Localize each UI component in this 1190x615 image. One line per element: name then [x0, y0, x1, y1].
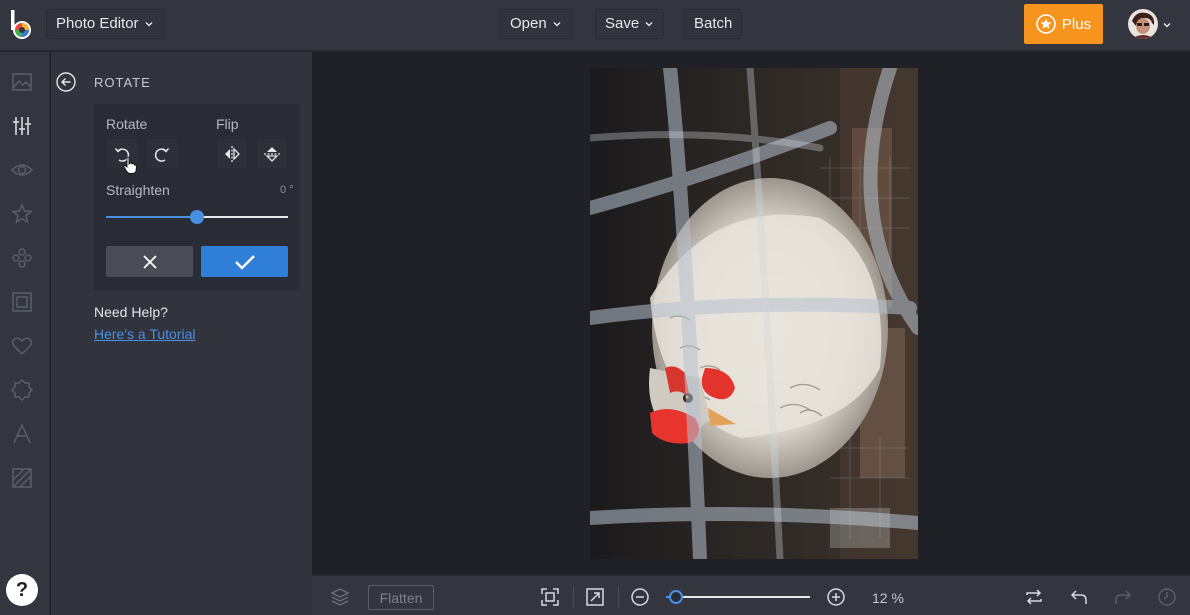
- flatten-button[interactable]: Flatten: [368, 585, 434, 610]
- heart-icon[interactable]: [10, 334, 34, 358]
- compare-button[interactable]: [1024, 587, 1044, 607]
- slider-track-fill: [106, 216, 197, 218]
- minus-circle-icon: [631, 588, 649, 606]
- layers-icon: [330, 588, 350, 606]
- layers-button[interactable]: [330, 587, 350, 607]
- clock-icon: [1158, 588, 1176, 606]
- straighten-value: 0 °: [280, 184, 294, 196]
- save-menu[interactable]: Save: [595, 9, 665, 39]
- overlay-icon[interactable]: [10, 246, 34, 270]
- help-label: ?: [15, 578, 29, 601]
- close-icon: [142, 254, 157, 269]
- chevron-down-icon: [645, 22, 653, 27]
- batch-label: Batch: [694, 15, 733, 32]
- apply-button[interactable]: [201, 246, 288, 277]
- flatten-label: Flatten: [379, 589, 423, 606]
- sliders-icon[interactable]: [10, 114, 34, 138]
- help-button[interactable]: ?: [6, 574, 38, 606]
- eye-icon[interactable]: [10, 158, 34, 182]
- star-badge-icon: [1036, 14, 1056, 34]
- rotate-label: Rotate: [106, 116, 148, 132]
- panel-title: ROTATE: [94, 75, 151, 90]
- flip-horizontal-button[interactable]: [216, 138, 248, 169]
- slider-track: [197, 216, 288, 218]
- texture-icon[interactable]: [10, 378, 34, 402]
- plus-upgrade-button[interactable]: Plus: [1024, 4, 1103, 44]
- zoom-in-button[interactable]: [826, 587, 846, 607]
- editor-canvas[interactable]: [312, 52, 1190, 575]
- zoom-handle[interactable]: [669, 590, 683, 604]
- plus-circle-icon: [827, 588, 845, 606]
- star-icon[interactable]: [10, 202, 34, 226]
- rotate-panel: ROTATE Rotate Flip Straighten 0 ° Need H…: [51, 52, 312, 615]
- frame-icon[interactable]: [10, 290, 34, 314]
- redo-icon: [1115, 590, 1132, 604]
- flip-vertical-icon: [264, 146, 280, 162]
- straighten-label: Straighten: [106, 182, 170, 198]
- top-bar: Photo Editor Open Save Batch Plus: [0, 0, 1190, 51]
- zoom-percentage: 12 %: [872, 590, 904, 606]
- cancel-button[interactable]: [106, 246, 193, 277]
- bottom-toolbar: Flatten 12 %: [312, 575, 1190, 615]
- straighten-slider[interactable]: [106, 210, 288, 224]
- fit-to-screen-button[interactable]: [540, 587, 560, 607]
- befunky-logo[interactable]: [8, 8, 38, 42]
- user-avatar[interactable]: [1128, 9, 1158, 39]
- need-help-text: Need Help?: [94, 304, 168, 320]
- back-button[interactable]: [56, 72, 76, 92]
- photo-editor-label: Photo Editor: [56, 15, 139, 32]
- graphics-icon[interactable]: [10, 466, 34, 490]
- toolbar-divider: [573, 586, 574, 608]
- rotate-right-button[interactable]: [146, 138, 178, 169]
- hand-cursor-icon: [123, 156, 137, 174]
- zoom-track: [676, 596, 810, 598]
- save-label: Save: [605, 15, 640, 32]
- plus-label: Plus: [1061, 15, 1092, 33]
- actual-size-button[interactable]: [585, 587, 605, 607]
- zoom-out-button[interactable]: [630, 587, 650, 607]
- toolbar-divider: [618, 586, 619, 608]
- open-menu[interactable]: Open: [500, 9, 572, 39]
- slider-handle[interactable]: [190, 210, 204, 224]
- redo-button[interactable]: [1113, 587, 1133, 607]
- photo-preview[interactable]: [590, 68, 918, 559]
- text-icon[interactable]: [10, 422, 34, 446]
- chevron-down-icon: [145, 22, 153, 27]
- repeat-icon: [1026, 589, 1042, 605]
- open-label: Open: [510, 15, 547, 32]
- chevron-down-icon: [553, 22, 561, 27]
- undo-button[interactable]: [1069, 587, 1089, 607]
- tool-rail: ?: [0, 52, 50, 615]
- flip-horizontal-icon: [225, 145, 240, 162]
- rotate-cw-icon: [154, 147, 170, 162]
- photo-editor-menu[interactable]: Photo Editor: [46, 9, 164, 39]
- arrow-left-circle-icon: [56, 72, 76, 92]
- check-icon: [234, 254, 255, 270]
- tutorial-link[interactable]: Here's a Tutorial: [94, 326, 196, 342]
- expand-icon: [586, 588, 604, 606]
- chevron-down-icon[interactable]: [1162, 20, 1172, 30]
- history-button[interactable]: [1157, 587, 1177, 607]
- batch-button[interactable]: Batch: [684, 9, 743, 39]
- image-icon[interactable]: [10, 70, 34, 94]
- zoom-slider[interactable]: [666, 590, 810, 604]
- flip-vertical-button[interactable]: [256, 138, 288, 169]
- flip-label: Flip: [216, 116, 239, 132]
- fit-screen-icon: [541, 588, 559, 606]
- undo-icon: [1070, 590, 1087, 604]
